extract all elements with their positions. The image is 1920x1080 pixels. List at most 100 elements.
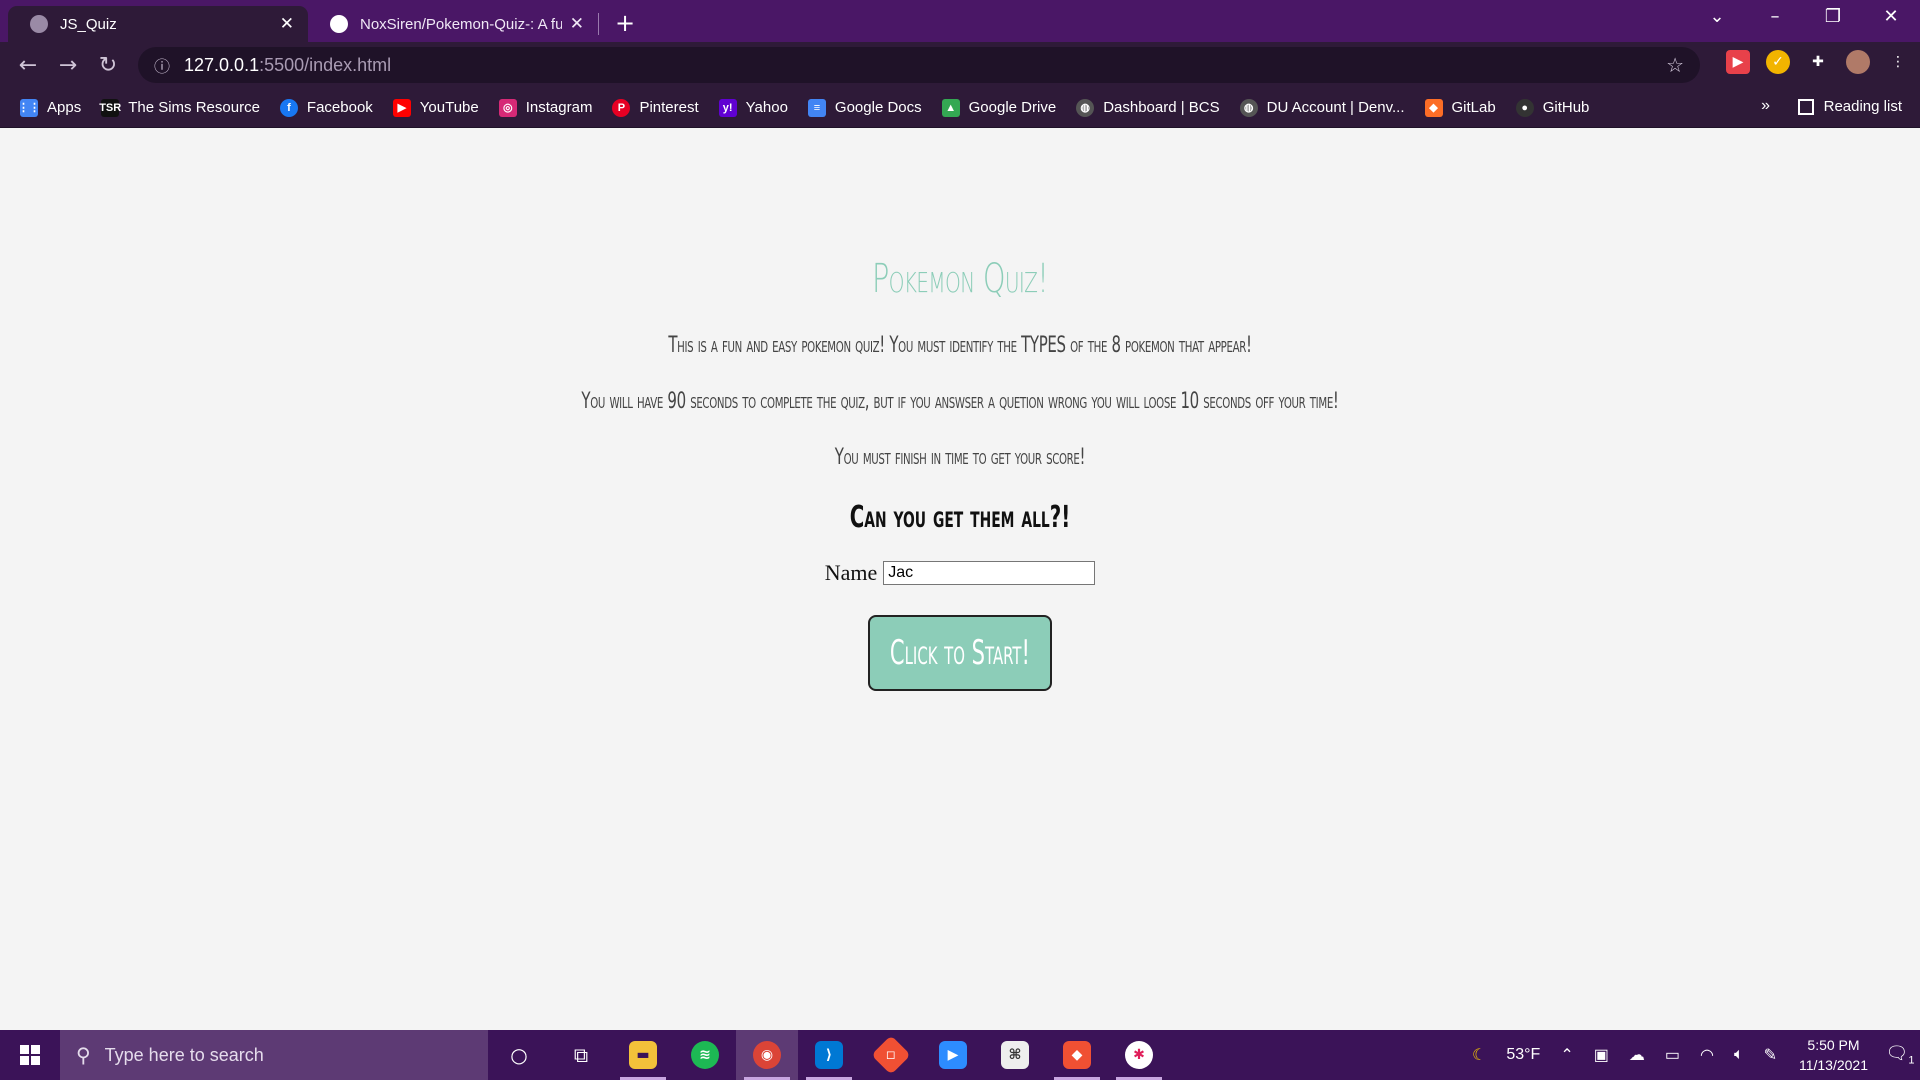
close-tab-icon[interactable]: ✕ (570, 14, 584, 34)
bookmarks-overflow-button[interactable]: » (1761, 97, 1770, 115)
clock[interactable]: 5:50 PM 11/13/2021 (1799, 1035, 1868, 1075)
git-icon[interactable]: ◇ (860, 1030, 922, 1080)
bookmark-facebook[interactable]: f Facebook (279, 98, 373, 117)
tab-github-repo[interactable]: NoxSiren/Pokemon-Quiz-: A fun ✕ (308, 6, 598, 42)
name-input[interactable] (883, 561, 1096, 585)
instagram-icon: ◎ (498, 98, 517, 117)
restore-button[interactable]: ❐ (1804, 6, 1862, 27)
bookmark-yahoo[interactable]: y! Yahoo (718, 98, 788, 117)
battery-icon[interactable]: ▭ (1665, 1045, 1680, 1065)
back-icon[interactable]: ← (8, 53, 48, 78)
reading-list-label: Reading list (1823, 98, 1902, 115)
bookmark-dashboard-bcs[interactable]: ◍ Dashboard | BCS (1076, 98, 1220, 117)
bookmark-apps[interactable]: ⋮⋮ Apps (18, 98, 82, 117)
git-gui-icon[interactable]: ◆ (1046, 1030, 1108, 1080)
bookmark-gitlab[interactable]: ◆ GitLab (1424, 98, 1496, 117)
notification-center-icon[interactable]: 🗨︎1 (1880, 1043, 1920, 1067)
intro-line-2: You will have 90 seconds to complete the… (581, 389, 1339, 414)
puzzle-extensions-icon[interactable]: ✚ (1806, 50, 1830, 74)
reading-list-button[interactable]: Reading list (1797, 98, 1902, 115)
close-tab-icon[interactable]: ✕ (280, 14, 294, 34)
bookmark-sims-resource[interactable]: TSR The Sims Resource (99, 98, 260, 117)
task-view-icon[interactable]: ⧉ (550, 1030, 612, 1080)
tab-separator (598, 13, 599, 35)
new-tab-button[interactable]: + (615, 9, 635, 37)
close-window-button[interactable]: ✕ (1862, 6, 1920, 27)
bookmark-pinterest[interactable]: P Pinterest (612, 98, 699, 117)
bookmark-label: Pinterest (639, 99, 699, 116)
github-icon (330, 15, 348, 33)
file-explorer-icon[interactable]: ▬ (612, 1030, 674, 1080)
forward-icon[interactable]: → (48, 53, 88, 78)
tab-search-icon[interactable]: ⌄ (1688, 6, 1746, 27)
google-drive-icon: ▲ (941, 98, 960, 117)
slack-icon[interactable]: ✱ (1108, 1030, 1170, 1080)
url-text[interactable]: 127.0.0.1:5500/index.html (184, 55, 1666, 76)
bookmark-label: Facebook (306, 99, 373, 116)
facebook-icon: f (279, 98, 298, 117)
bookmark-youtube[interactable]: ▶ YouTube (392, 98, 479, 117)
weather-temperature[interactable]: 53°F (1506, 1046, 1540, 1064)
pen-icon[interactable]: ✎ (1764, 1045, 1777, 1065)
tab-title: JS_Quiz (60, 15, 117, 33)
wifi-icon[interactable]: ◠ (1700, 1045, 1714, 1065)
yahoo-icon: y! (718, 98, 737, 117)
start-button-windows[interactable] (0, 1030, 60, 1080)
bookmark-instagram[interactable]: ◎ Instagram (498, 98, 593, 117)
bookmark-google-drive[interactable]: ▲ Google Drive (941, 98, 1056, 117)
address-bar[interactable]: ⓘ 127.0.0.1:5500/index.html ☆ (138, 47, 1700, 83)
reading-list-icon (1797, 98, 1814, 115)
youtube-icon: ▶ (392, 98, 411, 117)
bookmark-github[interactable]: ● GitHub (1515, 98, 1589, 117)
bookmark-label: The Sims Resource (128, 99, 260, 116)
tab-title: NoxSiren/Pokemon-Quiz-: A fun (360, 15, 562, 33)
start-button[interactable]: Click to Start! (868, 615, 1052, 691)
page-title: Pokemon Quiz! (871, 256, 1049, 302)
reload-icon[interactable]: ↻ (88, 53, 128, 78)
show-hidden-icons-chevron-icon[interactable]: ⌃ (1560, 1045, 1573, 1065)
bookmark-label: GitLab (1451, 99, 1496, 116)
screen-recorder-extension-icon[interactable]: ▶ (1726, 50, 1750, 74)
taskbar-search-placeholder: Type here to search (104, 1044, 264, 1065)
apps-grid-icon: ⋮⋮ (18, 98, 40, 117)
bookmark-star-icon[interactable]: ☆ (1666, 53, 1684, 77)
profile-avatar[interactable] (1846, 50, 1870, 74)
menu-kebab-icon[interactable]: ⋮ (1886, 50, 1910, 74)
system-tray: ☾ 53°F ⌃ ▣ ☁ ▭ ◠ 🔈︎ ✎ 5:50 PM 11/13/2021… (1462, 1030, 1920, 1080)
bookmark-google-docs[interactable]: ≡ Google Docs (807, 98, 922, 117)
chrome-icon[interactable]: ◉ (736, 1030, 798, 1080)
volume-icon[interactable]: 🔈︎ (1734, 1046, 1744, 1064)
window-controls: ⌄ – ❐ ✕ (1688, 6, 1920, 27)
bookmark-label: Dashboard | BCS (1103, 99, 1220, 116)
browser-toolbar: ← → ↻ ⓘ 127.0.0.1:5500/index.html ☆ ▶ ✓ … (0, 42, 1920, 88)
google-docs-icon: ≡ (807, 98, 826, 117)
zoom-icon[interactable]: ▶ (922, 1030, 984, 1080)
bookmark-du-account[interactable]: ◍ DU Account | Denv... (1239, 98, 1405, 117)
grammar-extension-icon[interactable]: ✓ (1766, 50, 1790, 74)
bookmark-label: Google Docs (834, 99, 922, 116)
onedrive-cloud-icon[interactable]: ☁ (1629, 1045, 1645, 1065)
challenge-heading: Can you get them all?! (849, 500, 1071, 535)
bookmark-label: Instagram (525, 99, 593, 116)
windows-taskbar: ⚲ Type here to search ○ ⧉ ▬ ≋ ◉ ⟩ ◇ ▶ ⌘ … (0, 1030, 1920, 1080)
globe-icon: ◍ (1239, 98, 1258, 117)
bookmark-label: Apps (47, 99, 82, 116)
taskbar-search[interactable]: ⚲ Type here to search (60, 1030, 488, 1080)
spotify-icon[interactable]: ≋ (674, 1030, 736, 1080)
minimize-button[interactable]: – (1746, 6, 1804, 27)
meet-now-icon[interactable]: ▣ (1594, 1045, 1609, 1065)
github-icon: ● (1515, 98, 1534, 117)
tab-js-quiz[interactable]: JS_Quiz ✕ (8, 6, 308, 42)
tab-strip: JS_Quiz ✕ NoxSiren/Pokemon-Quiz-: A fun … (0, 0, 1920, 42)
url-host: 127.0.0.1 (184, 54, 260, 75)
vscode-icon[interactable]: ⟩ (798, 1030, 860, 1080)
globe-icon (30, 15, 48, 33)
cortana-icon[interactable]: ○ (488, 1030, 550, 1080)
weather-moon-icon[interactable]: ☾ (1472, 1045, 1486, 1065)
clock-date: 11/13/2021 (1798, 1057, 1868, 1073)
gitlab-icon: ◆ (1424, 98, 1443, 117)
notification-count: 1 (1908, 1054, 1915, 1067)
terminal-icon[interactable]: ⌘ (984, 1030, 1046, 1080)
site-info-icon[interactable]: ⓘ (154, 53, 170, 77)
windows-logo-icon (20, 1045, 40, 1065)
